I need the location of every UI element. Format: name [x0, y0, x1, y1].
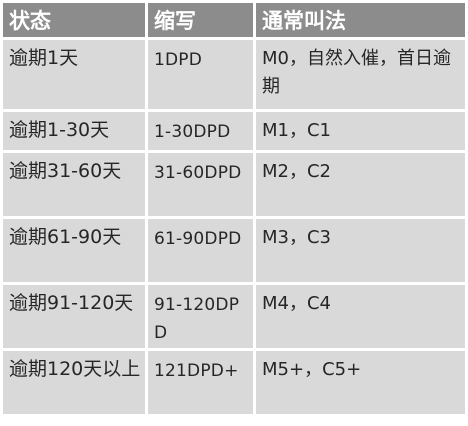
cell-common-name: M3，C3	[256, 219, 465, 285]
cell-common-name: M0，自然入催，首日逾期	[256, 40, 465, 112]
cell-common-name: M4，C4	[256, 285, 465, 351]
table-row: 逾期61-90天 61-90DPD M3，C3	[3, 219, 465, 285]
table-row: 逾期91-120天 91-120DPD M4，C4	[3, 285, 465, 351]
delinquency-table-container: 状态 缩写 通常叫法 逾期1天 1DPD M0，自然入催，首日逾期 逾期1-30…	[3, 3, 465, 417]
cell-status: 逾期31-60天	[3, 153, 148, 219]
header-abbreviation: 缩写	[148, 3, 256, 40]
cell-status: 逾期120天以上	[3, 351, 148, 417]
table-header-row: 状态 缩写 通常叫法	[3, 3, 465, 40]
cell-abbreviation: 1DPD	[148, 40, 256, 112]
table-row: 逾期1天 1DPD M0，自然入催，首日逾期	[3, 40, 465, 112]
table-row: 逾期120天以上 121DPD+ M5+，C5+	[3, 351, 465, 417]
cell-status: 逾期1-30天	[3, 112, 148, 153]
cell-abbreviation: 1-30DPD	[148, 112, 256, 153]
cell-abbreviation: 121DPD+	[148, 351, 256, 417]
cell-common-name: M1，C1	[256, 112, 465, 153]
cell-common-name: M2，C2	[256, 153, 465, 219]
cell-abbreviation: 61-90DPD	[148, 219, 256, 285]
cell-abbreviation: 91-120DPD	[148, 285, 256, 351]
table-row: 逾期1-30天 1-30DPD M1，C1	[3, 112, 465, 153]
cell-common-name: M5+，C5+	[256, 351, 465, 417]
cell-status: 逾期91-120天	[3, 285, 148, 351]
cell-status: 逾期1天	[3, 40, 148, 112]
cell-status: 逾期61-90天	[3, 219, 148, 285]
delinquency-status-table: 状态 缩写 通常叫法 逾期1天 1DPD M0，自然入催，首日逾期 逾期1-30…	[3, 3, 465, 417]
cell-abbreviation: 31-60DPD	[148, 153, 256, 219]
header-common-name: 通常叫法	[256, 3, 465, 40]
table-row: 逾期31-60天 31-60DPD M2，C2	[3, 153, 465, 219]
header-status: 状态	[3, 3, 148, 40]
